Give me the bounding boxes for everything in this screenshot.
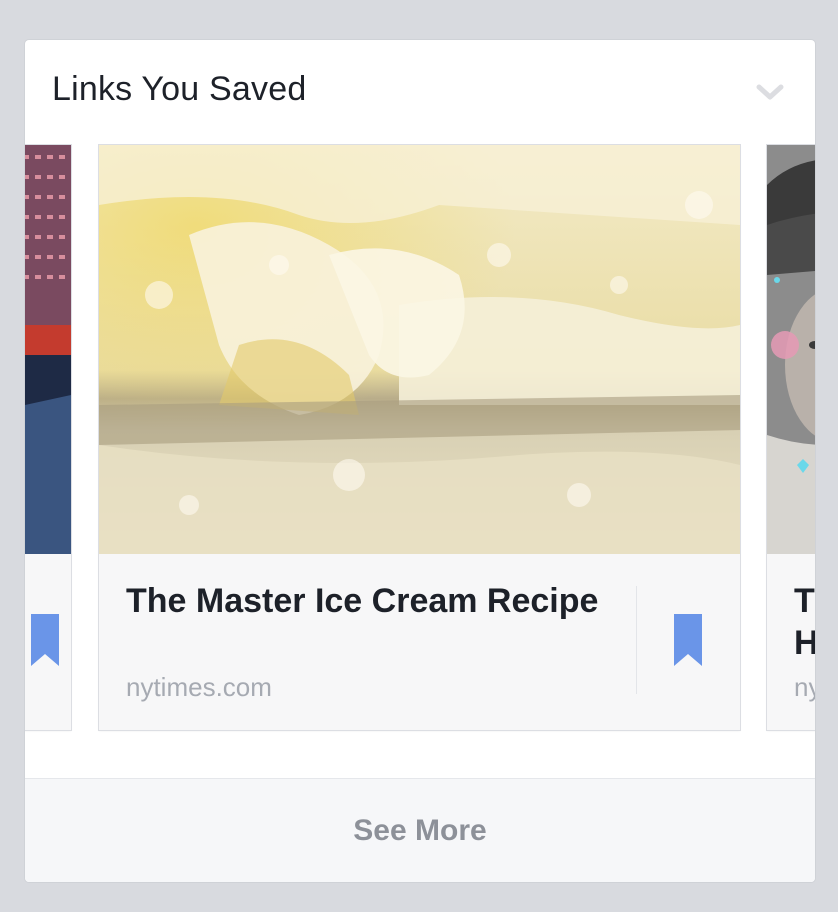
divider <box>636 586 637 694</box>
card-header: Links You Saved <box>25 40 815 140</box>
link-info[interactable]: Th Ha nyti <box>767 554 815 730</box>
link-thumbnail[interactable] <box>25 145 71 554</box>
link-source: nyti <box>794 672 815 702</box>
chevron-down-icon[interactable] <box>755 80 785 104</box>
link-card[interactable] <box>25 145 71 730</box>
link-thumbnail[interactable] <box>767 145 815 554</box>
see-more-button[interactable]: See More <box>25 778 815 882</box>
link-info[interactable] <box>25 554 71 730</box>
link-card[interactable]: The Master Ice Cream Recipe nytimes.com <box>99 145 740 730</box>
link-info[interactable]: The Master Ice Cream Recipe nytimes.com <box>99 554 740 730</box>
links-carousel[interactable]: The Master Ice Cream Recipe nytimes.com <box>25 145 815 735</box>
link-title-line: Th <box>794 582 815 620</box>
link-title[interactable]: The Master Ice Cream Recipe <box>126 580 606 622</box>
section-title: Links You Saved <box>52 70 307 108</box>
links-you-saved-card: Links You Saved The Master Ice Cream Rec… <box>25 40 815 882</box>
link-thumbnail[interactable] <box>99 145 740 554</box>
link-card[interactable]: Th Ha nyti <box>767 145 815 730</box>
link-source: nytimes.com <box>126 672 272 702</box>
bookmark-icon[interactable] <box>672 612 704 668</box>
link-title[interactable]: Th Ha <box>794 580 815 664</box>
see-more-label: See More <box>353 813 487 847</box>
link-title-line: Ha <box>794 624 815 662</box>
bookmark-icon[interactable] <box>29 612 61 668</box>
